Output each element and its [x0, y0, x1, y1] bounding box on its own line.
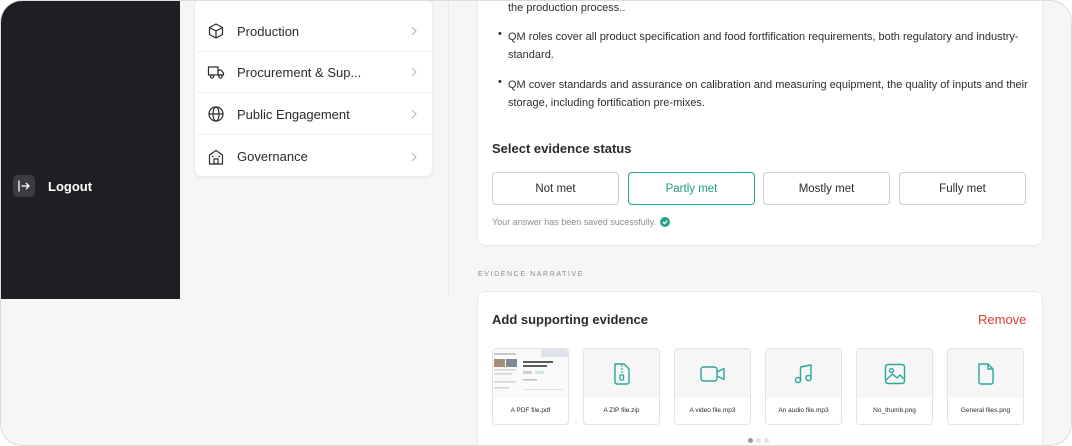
carousel-pager [748, 438, 769, 443]
pager-dot[interactable] [764, 438, 769, 443]
status-option-partly-met[interactable]: Partly met [628, 172, 755, 205]
supporting-evidence-title: Add supporting evidence [492, 312, 649, 327]
file-tile-general[interactable]: General files.png [947, 348, 1024, 425]
column-divider [448, 1, 449, 299]
file-tile-image[interactable]: No_thumb.png [856, 348, 933, 425]
file-tile-pdf[interactable]: A PDF file.pdf [492, 348, 569, 425]
chevron-right-icon [411, 67, 417, 77]
file-name: No_thumb.png [873, 407, 916, 414]
video-icon [675, 349, 750, 398]
logout-button[interactable]: Logout [13, 175, 92, 197]
category-label: Public Engagement [237, 106, 350, 122]
criteria-text: QM roles cover all product specification… [508, 31, 1019, 61]
evidence-narrative-label: EVIDENCE NARRATIVE [478, 271, 585, 278]
category-item-production[interactable]: Production [195, 11, 434, 52]
chevron-right-icon [411, 26, 417, 36]
criteria-text: the production process.. [508, 2, 626, 14]
app-frame: Logout Production Procurement & Sup... P… [0, 0, 1072, 446]
category-label: Governance [237, 149, 308, 164]
chevron-right-icon [411, 152, 417, 161]
file-name: A ZIP file.zip [603, 407, 640, 414]
category-item-governance[interactable]: Governance [195, 136, 434, 177]
chevron-right-icon [411, 109, 417, 119]
criteria-text: QM cover standards and assurance on cali… [508, 79, 1028, 109]
box-icon [208, 23, 224, 39]
bullet-dot: • [498, 76, 502, 88]
file-tile-audio[interactable]: An audio file.mp3 [765, 348, 842, 425]
category-label: Procurement & Sup... [237, 64, 362, 80]
logout-label: Logout [48, 178, 93, 194]
file-name: An audio file.mp3 [778, 407, 829, 414]
file-name: General files.png [960, 407, 1011, 414]
truck-icon [207, 66, 225, 79]
check-circle-icon [660, 217, 671, 227]
status-option-mostly-met[interactable]: Mostly met [763, 172, 890, 205]
category-label: Production [237, 23, 300, 39]
zip-icon [584, 349, 659, 398]
file-name: A video file.mp3 [689, 407, 736, 414]
file-tile-video[interactable]: A video file.mp3 [674, 348, 751, 425]
building-icon [208, 149, 224, 165]
status-option-fully-met[interactable]: Fully met [899, 172, 1026, 205]
file-icon [948, 349, 1023, 398]
category-list: Production Procurement & Sup... Public E… [194, 1, 434, 177]
file-tile-zip[interactable]: A ZIP file.zip [583, 348, 660, 425]
status-option-not-met[interactable]: Not met [492, 172, 619, 205]
status-section-title: Select evidence status [492, 141, 632, 156]
pager-dot-active[interactable] [748, 438, 753, 443]
pager-dot[interactable] [756, 438, 761, 443]
remove-button[interactable]: Remove [978, 312, 1026, 327]
globe-icon [208, 106, 224, 122]
bullet-dot: • [498, 28, 502, 40]
saved-message: Your answer has been saved sucessfully. [492, 217, 671, 227]
pdf-preview [493, 349, 568, 398]
sidebar: Logout [1, 1, 180, 299]
logout-icon [13, 175, 35, 197]
music-icon [766, 349, 841, 398]
file-name: A PDF file.pdf [510, 407, 551, 414]
saved-message-text: Your answer has been saved sucessfully. [492, 217, 657, 227]
category-item-public-engagement[interactable]: Public Engagement [195, 94, 434, 135]
category-item-procurement[interactable]: Procurement & Sup... [195, 52, 434, 93]
image-icon [857, 349, 932, 398]
